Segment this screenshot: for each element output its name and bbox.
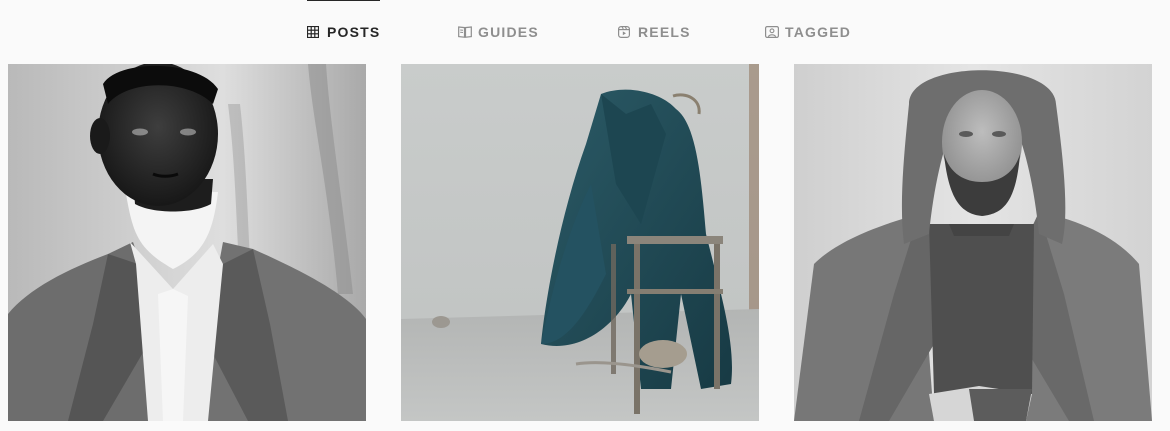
guide-icon	[458, 26, 472, 38]
profile-tabs: POSTS GUIDES REELS TAGGED	[0, 0, 1170, 64]
post-thumbnail[interactable]	[401, 64, 759, 421]
tab-guides[interactable]: GUIDES	[458, 0, 539, 64]
post-image-portrait-long-hair	[794, 64, 1152, 421]
tagged-icon	[765, 26, 779, 38]
tab-tagged[interactable]: TAGGED	[765, 0, 851, 64]
tab-label: TAGGED	[785, 24, 852, 40]
post-image-portrait-turtleneck	[8, 64, 366, 421]
tab-label: GUIDES	[478, 24, 539, 40]
post-image-coat-on-stool	[401, 64, 759, 421]
tab-label: REELS	[638, 24, 691, 40]
tab-posts[interactable]: POSTS	[307, 0, 381, 64]
posts-grid	[0, 64, 1170, 431]
reels-icon	[618, 26, 630, 38]
grid-icon	[307, 26, 319, 38]
post-thumbnail[interactable]	[794, 64, 1152, 421]
tab-reels[interactable]: REELS	[618, 0, 691, 64]
tab-label: POSTS	[327, 24, 381, 40]
post-thumbnail[interactable]	[8, 64, 366, 421]
